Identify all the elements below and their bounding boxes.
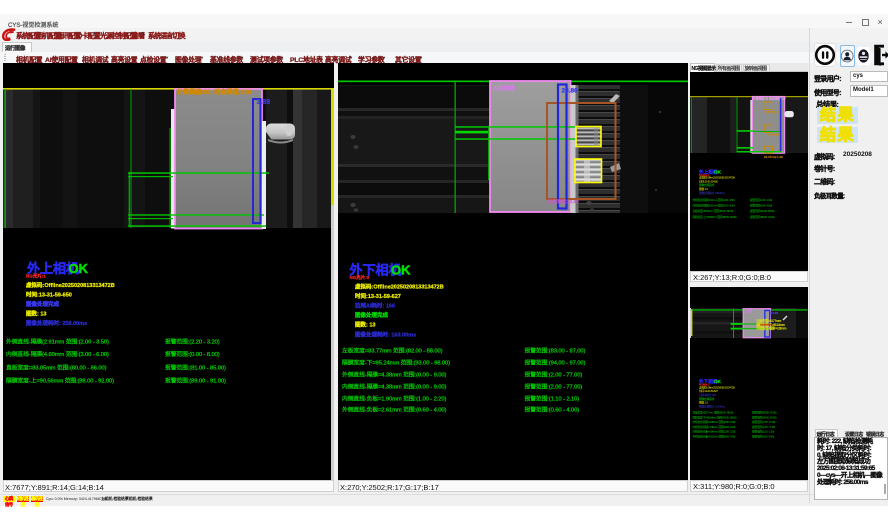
svg-text:94.05 Ra:1.38: 94.05 Ra:1.38	[764, 155, 783, 159]
svg-text:OK: OK	[391, 263, 411, 278]
svg-text:23.88: 23.88	[771, 311, 779, 315]
svg-text:报警范围:(2.20 - 3.20): 报警范围:(2.20 - 3.20)	[165, 338, 220, 346]
svg-text:报警范围:(83.00 - 87.00): 报警范围:(83.00 - 87.00)	[752, 411, 777, 415]
svg-text:报警范围:(2.00 - 77.00): 报警范围:(2.00 - 77.00)	[525, 383, 583, 391]
svg-text:外侧直线-负板=2.61mm 范围:(0.60 - 4.00: 外侧直线-负板=2.61mm 范围:(0.60 - 4.00)	[342, 406, 446, 414]
svg-text:23.80: 23.80	[562, 88, 579, 95]
svg-text:报警范围:(0.60 - 4.00): 报警范围:(0.60 - 4.00)	[525, 406, 580, 414]
svg-text:图像处理耗时: 258.00ms: 图像处理耗时: 258.00ms	[699, 191, 726, 195]
svg-text:内侧直线-隔膜=4.38mm 范围:(0.00 - 9.00: 内侧直线-隔膜=4.38mm 范围:(0.00 - 9.00)	[693, 425, 736, 429]
svg-text:图像处理耗时: 163.00ms: 图像处理耗时: 163.00ms	[355, 331, 416, 339]
svg-text:报警范围:(89.00 - 91.00): 报警范围:(89.00 - 91.00)	[750, 215, 775, 219]
svg-text:外侧直线-隔膜=4.38mm: 外侧直线-隔膜=4.38mm	[756, 326, 786, 331]
svg-text:报警范围:(81.00 - 85.00): 报警范围:(81.00 - 85.00)	[750, 209, 775, 213]
svg-text:内侧直线-隔膜(4.60mm 范围:(3.00 - 6.00: 内侧直线-隔膜(4.60mm 范围:(3.00 - 6.00)	[693, 204, 735, 208]
svg-text:隔膜宽度-上=90.56mm 范围:(88.00 - 92.: 隔膜宽度-上=90.56mm 范围:(88.00 - 92.00)	[6, 377, 114, 385]
svg-text:98.46(8.0): 98.46(8.0)	[766, 110, 780, 114]
svg-text:外侧直线-隔膜=4.38mm 范围:(0.00 - 9.00: 外侧直线-隔膜=4.38mm 范围:(0.00 - 9.00)	[342, 371, 446, 379]
svg-text:拉闸AI耗时: 166: 拉闸AI耗时: 166	[355, 302, 395, 310]
svg-text:OK: OK	[69, 261, 89, 276]
svg-text:外侧直线-隔膜(2.91mm 范围:(2.00 - 3.50: 外侧直线-隔膜(2.91mm 范围:(2.00 - 3.50)	[6, 338, 109, 346]
svg-text:OK: OK	[714, 379, 722, 384]
svg-text:NG光片:0: NG光片:0	[350, 274, 370, 281]
svg-text:图像处理完成: 图像处理完成	[26, 300, 60, 308]
svg-text:报警范围:(2.20 - 3.20): 报警范围:(2.20 - 3.20)	[750, 198, 772, 202]
svg-text:98.48(8.0): 98.48(8.0)	[767, 133, 781, 137]
svg-text:报警范围:(89.00 - 91.00): 报警范围:(89.00 - 91.00)	[165, 377, 226, 385]
svg-text:拉闸: 拉闸	[746, 309, 752, 313]
svg-text:外侧直线-负板=2.61mm 范围:(0.60 - 4.00: 外侧直线-负板=2.61mm 范围:(0.60 - 4.00)	[693, 435, 736, 439]
svg-text:虚拟码:Offline2025020813313472B: 虚拟码:Offline2025020813313472B	[355, 283, 444, 291]
svg-text:时间:13-31-59-650: 时间:13-31-59-650	[26, 291, 72, 299]
svg-text:报警范围:(1.10 - 2.10): 报警范围:(1.10 - 2.10)	[525, 395, 580, 403]
svg-text:内侧直线-负板=1.90mm 范围:(1.00 - 2.20: 内侧直线-负板=1.90mm 范围:(1.00 - 2.20)	[342, 395, 446, 403]
svg-text:报警范围:(1.10 - 2.10): 报警范围:(1.10 - 2.10)	[752, 430, 774, 434]
svg-text:图像处理耗时: 258.00ms: 图像处理耗时: 258.00ms	[26, 319, 87, 327]
svg-text:图像处理完成: 图像处理完成	[355, 311, 389, 319]
svg-text:报警范围:(81.00 - 85.00): 报警范围:(81.00 - 85.00)	[165, 364, 226, 372]
svg-text:计算阈值:93, 动态阈值:100: 计算阈值:93, 动态阈值:100	[177, 88, 252, 96]
svg-text:报警范围:(2.00 - 77.00): 报警范围:(2.00 - 77.00)	[752, 420, 775, 424]
svg-text:图像处理耗时: 163.00ms: 图像处理耗时: 163.00ms	[699, 404, 726, 408]
svg-text:外侧直线-隔膜(2.91mm 范围:(2.00 - 3.50: 外侧直线-隔膜(2.91mm 范围:(2.00 - 3.50)	[693, 198, 735, 202]
svg-text:拉闸宽度:23.80: 拉闸宽度:23.80	[548, 198, 579, 205]
svg-text:隔膜宽度-下=95.24mm 范围:(93.00 - 98.: 隔膜宽度-下=95.24mm 范围:(93.00 - 98.00)	[342, 359, 450, 367]
svg-text:左板宽度=83.77mm 范围:(82.00 - 88.00: 左板宽度=83.77mm 范围:(82.00 - 88.00)	[693, 411, 734, 415]
svg-text:虚拟码:Offline2025020813313472B: 虚拟码:Offline2025020813313472B	[26, 281, 115, 289]
svg-text:隔膜宽度-上=90.56mm 范围:(88.00 - 92.: 隔膜宽度-上=90.56mm 范围:(88.00 - 92.00)	[693, 215, 737, 219]
svg-text:报警范围:(0.00 - 8.00): 报警范围:(0.00 - 8.00)	[165, 350, 220, 358]
svg-text:外侧直线-隔膜=4.38mm 范围:(0.00 - 9.00: 外侧直线-隔膜=4.38mm 范围:(0.00 - 9.00)	[693, 420, 736, 424]
svg-text:内侧直线-负板=1.90mm 范围:(1.00 - 2.20: 内侧直线-负板=1.90mm 范围:(1.00 - 2.20)	[693, 430, 736, 434]
svg-text:报警范围:(94.00 - 97.00): 报警范围:(94.00 - 97.00)	[525, 359, 586, 367]
svg-text:时间:13-31-59-627: 时间:13-31-59-627	[355, 292, 401, 300]
svg-text:OK: OK	[714, 170, 722, 175]
svg-text:3.88: 3.88	[257, 99, 271, 106]
svg-text:报警范围:(83.00 - 87.00): 报警范围:(83.00 - 87.00)	[525, 347, 586, 355]
svg-text:报警范围:(94.00 - 97.00): 报警范围:(94.00 - 97.00)	[752, 415, 777, 419]
svg-text:内侧直线-隔膜(4.60mm 范围:(3.00 - 6.00: 内侧直线-隔膜(4.60mm 范围:(3.00 - 6.00)	[6, 350, 109, 358]
svg-text:图数: 13: 图数: 13	[26, 310, 46, 318]
svg-text:报警范围:(2.00 - 77.00): 报警范围:(2.00 - 77.00)	[525, 371, 583, 379]
svg-text:AI拉闸极: AI拉闸极	[493, 84, 516, 92]
svg-text:报警范围:(0.60 - 4.00): 报警范围:(0.60 - 4.00)	[752, 435, 774, 439]
svg-text:报警范围:(2.00 - 77.00): 报警范围:(2.00 - 77.00)	[752, 425, 775, 429]
svg-text:隔膜宽度-下=95.24mm 范围:(93.00 - 98.: 隔膜宽度-下=95.24mm 范围:(93.00 - 98.00)	[693, 415, 737, 419]
svg-text:直板宽度=83.05mm 范围:(80.00 - 86.00: 直板宽度=83.05mm 范围:(80.00 - 86.00)	[6, 364, 107, 372]
svg-text:直板宽度=83.05mm 范围:(80.00 - 86.00: 直板宽度=83.05mm 范围:(80.00 - 86.00)	[693, 209, 734, 213]
svg-text:左板宽度=83.77mm 范围:(82.00 - 88.00: 左板宽度=83.77mm 范围:(82.00 - 88.00)	[342, 347, 443, 355]
svg-text:报警范围:(0.00 - 8.00): 报警范围:(0.00 - 8.00)	[750, 204, 772, 208]
svg-text:图数: 13: 图数: 13	[355, 321, 375, 329]
svg-text:NG光片:1: NG光片:1	[26, 273, 46, 280]
svg-text:内侧直线-隔膜=4.38mm 范围:(0.00 - 9.00: 内侧直线-隔膜=4.38mm 范围:(0.00 - 9.00)	[342, 383, 446, 391]
